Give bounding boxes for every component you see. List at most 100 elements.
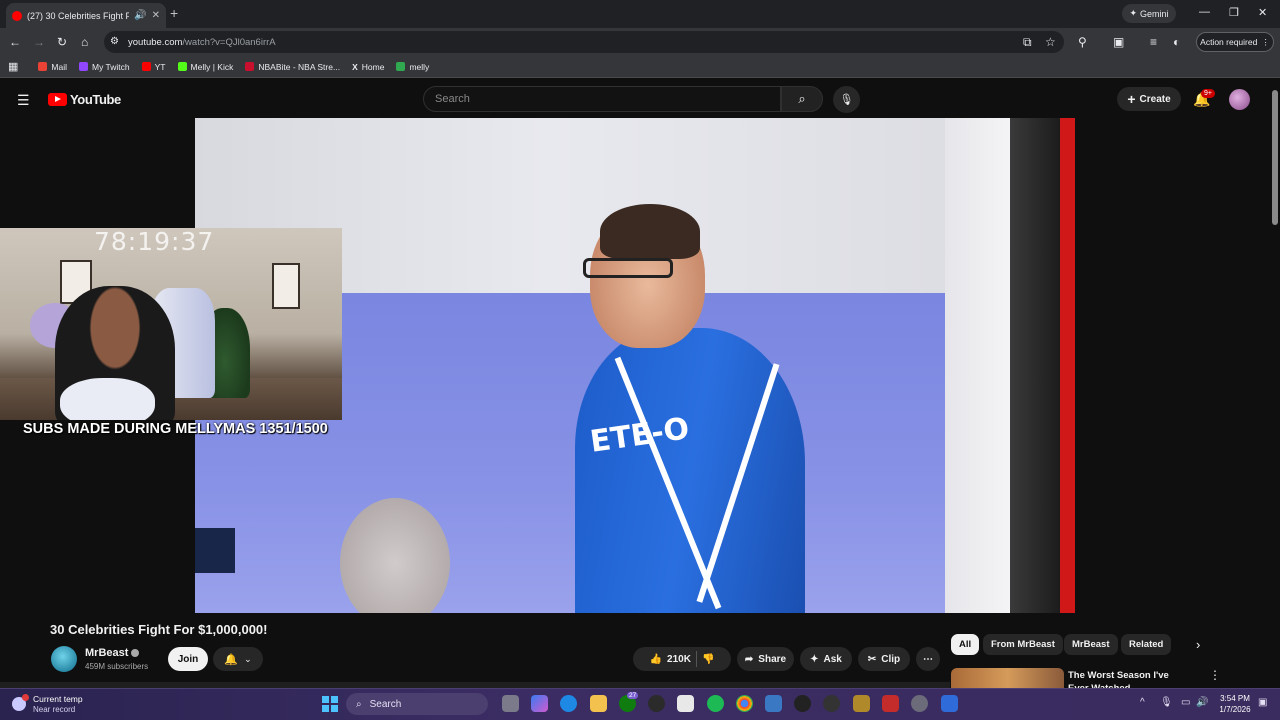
media-player-icon[interactable] xyxy=(794,695,811,712)
install-app-icon[interactable]: ⧉ xyxy=(1023,35,1032,50)
chip-related[interactable]: Related xyxy=(1121,634,1172,655)
profile-icon[interactable]: ◐ xyxy=(1173,35,1180,49)
tab-search-icon[interactable]: ▣ xyxy=(1113,35,1124,49)
search-icon: ⌕ xyxy=(798,91,806,106)
app-icon[interactable] xyxy=(853,695,870,712)
maximize-icon[interactable]: ❐ xyxy=(1229,6,1239,19)
stream-timer: 78:19:37 xyxy=(94,227,215,256)
copilot-icon[interactable] xyxy=(531,695,548,712)
task-view-icon[interactable] xyxy=(502,695,519,712)
thumbs-down-icon: 👎 xyxy=(701,653,715,665)
video-frame-dark-panel xyxy=(1010,118,1060,613)
recommendation-thumbnail[interactable] xyxy=(951,668,1064,690)
youtube-icon xyxy=(141,62,151,71)
bookmark-label: Home xyxy=(361,61,385,72)
channel-avatar[interactable] xyxy=(51,646,77,672)
reload-icon[interactable]: ↻ xyxy=(57,35,67,49)
app-blue-icon[interactable] xyxy=(941,695,958,712)
chrome-icon[interactable] xyxy=(736,695,753,712)
home-icon[interactable]: ⌂ xyxy=(81,35,88,49)
subscribe-notification-button[interactable]: 🔔 ⌄ xyxy=(213,647,263,671)
bookmark-yt[interactable]: YT xyxy=(141,62,166,72)
wall-frame xyxy=(272,263,300,309)
ask-button[interactable]: ✦ Ask xyxy=(800,647,852,671)
video-frame-pillar xyxy=(945,118,1010,613)
bookmark-my-twitch[interactable]: My Twitch xyxy=(79,62,130,72)
search-button[interactable]: ⌕ xyxy=(781,86,823,112)
channel-name[interactable]: MrBeast xyxy=(85,647,140,659)
chip-from-mrbeast[interactable]: From MrBeast xyxy=(983,634,1063,655)
microphone-icon[interactable]: 🎙 xyxy=(1160,697,1173,708)
bookmark-star-icon[interactable]: ☆ xyxy=(1045,35,1056,49)
weather-subtitle: Near record xyxy=(33,705,76,714)
bookmark-nbabite[interactable]: NBABite - NBA Stre... xyxy=(245,62,340,72)
webcam-overlay xyxy=(0,228,342,420)
bookmark-home[interactable]: X Home xyxy=(352,62,384,72)
taskbar-clock[interactable]: 3:54 PM 1/7/2026 xyxy=(1213,693,1257,715)
voice-search-button[interactable]: 🎙 xyxy=(833,86,860,113)
store-icon[interactable] xyxy=(677,695,694,712)
join-button[interactable]: Join xyxy=(168,647,208,671)
edge-icon[interactable] xyxy=(560,695,577,712)
file-explorer-icon[interactable] xyxy=(590,695,607,712)
dislike-button[interactable]: 👎 xyxy=(702,654,714,665)
microphone-icon: 🎙 xyxy=(839,94,854,106)
photos-icon[interactable] xyxy=(765,695,782,712)
settings-icon[interactable] xyxy=(911,695,928,712)
app-red-icon[interactable] xyxy=(882,695,899,712)
browser-tab[interactable]: (27) 30 Celebrities Fight For $1,000,000… xyxy=(6,3,166,28)
share-button[interactable]: ➦ Share xyxy=(737,647,794,671)
search-input[interactable]: Search xyxy=(423,86,781,112)
chip-all[interactable]: All xyxy=(951,634,980,655)
extensions-icon[interactable]: ⚲ xyxy=(1078,35,1087,49)
network-icon[interactable]: ▭ xyxy=(1181,697,1190,708)
tab-close-icon[interactable]: ✕ xyxy=(152,10,160,21)
bell-icon: 🔔 xyxy=(224,653,239,666)
bookmark-melly[interactable]: melly xyxy=(396,62,429,72)
taskbar-search[interactable]: ⌕ Search xyxy=(346,693,488,715)
create-label: Create xyxy=(1139,93,1171,105)
hamburger-menu-icon[interactable]: ☰ xyxy=(17,92,30,109)
kebab-menu-icon[interactable]: ⋮ xyxy=(1209,668,1221,682)
media-controls-icon[interactable]: ≡ xyxy=(1150,35,1157,49)
youtube-logo[interactable]: YouTube xyxy=(48,92,121,107)
video-frame-person-hair xyxy=(600,204,700,259)
volume-icon[interactable]: 🔊 xyxy=(1196,697,1208,708)
new-tab-icon[interactable]: + xyxy=(170,5,178,21)
back-icon[interactable]: ← xyxy=(9,35,21,49)
channel-name-label: MrBeast xyxy=(85,647,129,659)
github-icon[interactable] xyxy=(648,695,665,712)
chevron-right-icon[interactable]: › xyxy=(1196,637,1200,652)
app-arrow-icon[interactable] xyxy=(823,695,840,712)
minimize-icon[interactable]: — xyxy=(1199,6,1210,18)
bookmark-label: melly xyxy=(409,61,430,72)
weather-alert-badge xyxy=(22,694,29,701)
site-info-icon[interactable]: ⚙ xyxy=(110,36,119,47)
speaker-icon[interactable]: 🔊 xyxy=(134,10,146,21)
forward-icon[interactable]: → xyxy=(33,35,45,49)
weather-title[interactable]: Current temp xyxy=(33,694,83,704)
action-required-button[interactable]: Action required ⋮ xyxy=(1196,32,1274,52)
clip-button[interactable]: ✂ Clip xyxy=(858,647,910,671)
search-icon: ⌕ xyxy=(356,698,362,710)
create-button[interactable]: + Create xyxy=(1117,87,1181,111)
more-actions-button[interactable]: ⋯ xyxy=(916,647,940,671)
like-button[interactable]: 👍 210K xyxy=(650,654,691,665)
bookmark-melly-kick[interactable]: Melly | Kick xyxy=(177,62,233,72)
x-logo-icon: X xyxy=(352,61,358,72)
windows-start-icon[interactable] xyxy=(322,696,338,712)
apps-grid-icon[interactable]: ▦ xyxy=(8,60,18,73)
account-avatar[interactable] xyxy=(1229,89,1250,110)
bookmark-mail[interactable]: Mail xyxy=(38,62,67,72)
recommendation-title[interactable]: The Worst Season I've Ever Watched xyxy=(1068,669,1188,689)
window-close-icon[interactable]: ✕ xyxy=(1258,6,1267,19)
tray-overflow-icon[interactable]: ^ xyxy=(1140,697,1145,708)
gemini-button[interactable]: ✦ Gemini xyxy=(1122,4,1176,23)
chip-mrbeast[interactable]: MrBeast xyxy=(1064,634,1118,655)
url-text[interactable]: youtube.com/watch?v=QJl0an6irrA xyxy=(128,37,276,48)
spotify-icon[interactable] xyxy=(707,695,724,712)
scrollbar-thumb[interactable] xyxy=(1272,90,1278,225)
notification-center-icon[interactable]: ▣ xyxy=(1258,697,1267,708)
like-dislike-group: 👍 210K 👎 xyxy=(633,647,731,671)
pillow xyxy=(60,378,155,420)
